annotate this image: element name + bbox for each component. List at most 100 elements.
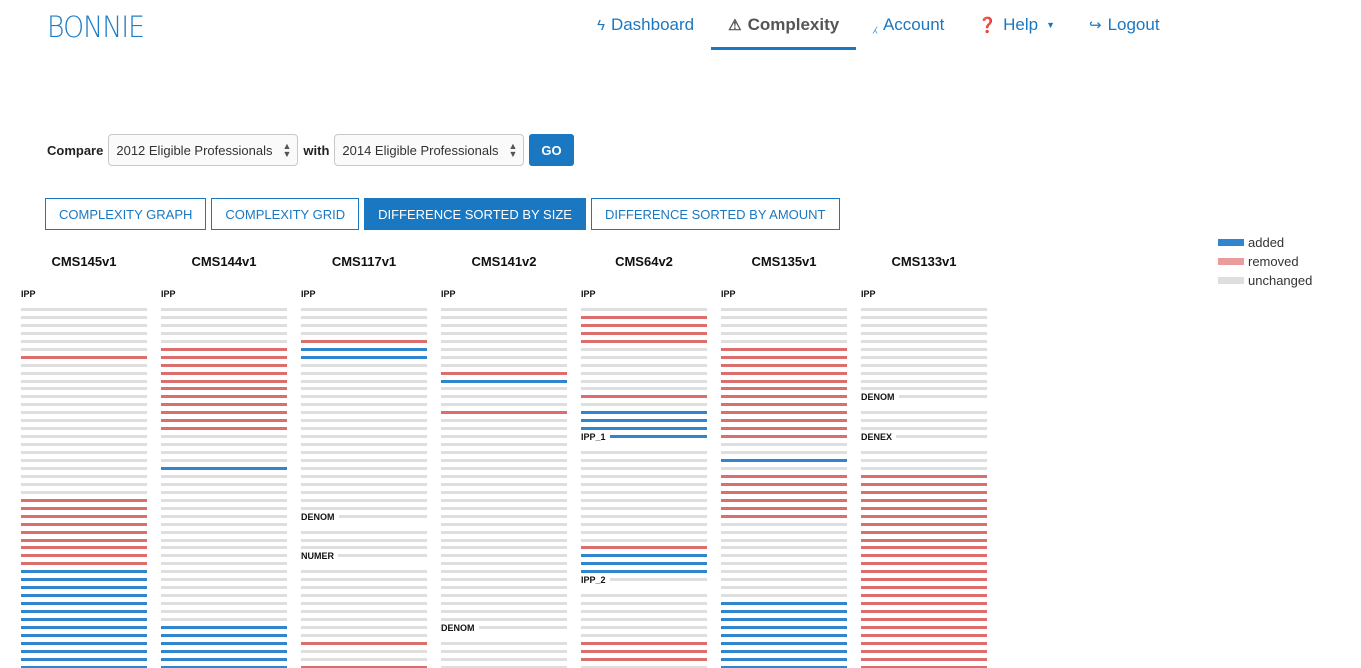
nav-complexity[interactable]: ⚠ Complexity <box>711 0 857 50</box>
unchanged-stripe <box>441 586 567 589</box>
measure-column[interactable]: IPP DENOM <box>441 289 567 668</box>
added-stripe <box>21 642 147 645</box>
unchanged-stripe <box>441 546 567 549</box>
compare-from-select[interactable]: 2012 Eligible Professionals ▲ ▼ <box>108 134 299 166</box>
removed-stripe <box>861 642 987 645</box>
compare-to-select[interactable]: 2014 Eligible Professionals ▲ ▼ <box>334 134 525 166</box>
unchanged-stripe <box>441 507 567 510</box>
unchanged-stripe <box>161 586 287 589</box>
removed-stripe <box>721 395 847 398</box>
unchanged-stripe <box>161 491 287 494</box>
removed-stripe <box>721 491 847 494</box>
unchanged-stripe <box>301 435 427 438</box>
removed-stripe <box>161 364 287 367</box>
nav-account[interactable]: ⁁ Account <box>856 0 961 50</box>
unchanged-stripe <box>861 467 987 470</box>
nav-logout[interactable]: ↪ Logout <box>1072 0 1177 50</box>
removed-stripe <box>161 395 287 398</box>
unchanged-stripe <box>441 419 567 422</box>
removed-stripe <box>301 642 427 645</box>
added-stripe <box>581 411 707 414</box>
added-stripe <box>161 626 287 629</box>
unchanged-stripe <box>161 602 287 605</box>
removed-stripe <box>861 578 987 581</box>
removed-stripe <box>861 515 987 518</box>
measure-title: CMS133v1 <box>891 254 957 269</box>
added-stripe <box>21 602 147 605</box>
removed-stripe <box>861 507 987 510</box>
go-button[interactable]: GO <box>529 134 574 166</box>
unchanged-stripe <box>21 491 147 494</box>
removed-stripe <box>21 523 147 526</box>
removed-stripe <box>861 602 987 605</box>
population-label: DENOM <box>861 392 899 403</box>
removed-stripe <box>21 507 147 510</box>
tab-difference-by-amount[interactable]: DIFFERENCE SORTED BY AMOUNT <box>590 198 840 230</box>
removed-stripe <box>721 419 847 422</box>
removed-stripe <box>861 650 987 653</box>
removed-stripe <box>441 372 567 375</box>
unchanged-stripe <box>581 308 707 311</box>
measure-column[interactable]: IPP IPP_1 IPP_2 <box>581 289 707 668</box>
removed-stripe <box>161 403 287 406</box>
unchanged-stripe <box>861 387 987 390</box>
unchanged-stripe <box>301 308 427 311</box>
legend-item-unchanged: unchanged <box>1218 271 1312 290</box>
removed-stripe <box>581 658 707 661</box>
removed-stripe <box>301 340 427 343</box>
added-stripe <box>581 554 707 557</box>
unchanged-stripe <box>161 618 287 621</box>
tab-complexity-graph[interactable]: COMPLEXITY GRAPH <box>45 198 207 230</box>
measure-column[interactable]: IPP <box>161 289 287 668</box>
added-stripe <box>721 610 847 613</box>
unchanged-stripe <box>301 602 427 605</box>
removed-stripe <box>861 523 987 526</box>
removed-stripe <box>861 483 987 486</box>
unchanged-stripe <box>581 626 707 629</box>
unchanged-stripe <box>441 364 567 367</box>
unchanged-stripe <box>21 332 147 335</box>
unchanged-stripe <box>441 491 567 494</box>
added-stripe <box>301 356 427 359</box>
nav-help[interactable]: ❓ Help ▼ <box>961 0 1072 50</box>
unchanged-stripe <box>301 467 427 470</box>
unchanged-stripe <box>301 539 427 542</box>
nav-help-label: Help <box>1003 15 1039 34</box>
unchanged-stripe <box>441 658 567 661</box>
removed-stripe <box>721 475 847 478</box>
tab-complexity-grid[interactable]: COMPLEXITY GRID <box>211 198 360 230</box>
unchanged-stripe <box>21 372 147 375</box>
tab-difference-by-size[interactable]: DIFFERENCE SORTED BY SIZE <box>364 198 586 230</box>
measure-column[interactable]: IPP <box>721 289 847 668</box>
question-circle-icon: ❓ <box>978 16 998 34</box>
unchanged-stripe <box>301 483 427 486</box>
removed-stripe <box>721 507 847 510</box>
unchanged-stripe <box>581 634 707 637</box>
population-label: DENOM <box>301 512 339 523</box>
unchanged-stripe <box>301 634 427 637</box>
unchanged-stripe <box>301 380 427 383</box>
population-label: IPP <box>301 289 320 300</box>
unchanged-stripe <box>161 594 287 597</box>
measure-column[interactable]: IPP <box>21 289 147 668</box>
unchanged-stripe <box>301 626 427 629</box>
brand-logo[interactable]: BONNIE <box>47 10 145 44</box>
unchanged-stripe <box>161 531 287 534</box>
unchanged-stripe <box>21 380 147 383</box>
unchanged-stripe <box>161 570 287 573</box>
unchanged-stripe <box>161 435 287 438</box>
nav-dashboard[interactable]: ϟ Dashboard <box>580 0 711 50</box>
unchanged-stripe <box>441 483 567 486</box>
unchanged-stripe <box>721 586 847 589</box>
unchanged-stripe <box>861 380 987 383</box>
unchanged-stripe <box>581 491 707 494</box>
unchanged-stripe <box>581 467 707 470</box>
measure-column[interactable]: IPP DENOM NUMER <box>301 289 427 668</box>
removed-stripe <box>721 356 847 359</box>
unchanged-stripe <box>441 395 567 398</box>
removed-stripe <box>441 411 567 414</box>
unchanged-stripe <box>441 539 567 542</box>
removed-stripe <box>721 387 847 390</box>
measure-column[interactable]: IPP DENOM DENEX <box>861 289 987 668</box>
unchanged-stripe <box>301 364 427 367</box>
